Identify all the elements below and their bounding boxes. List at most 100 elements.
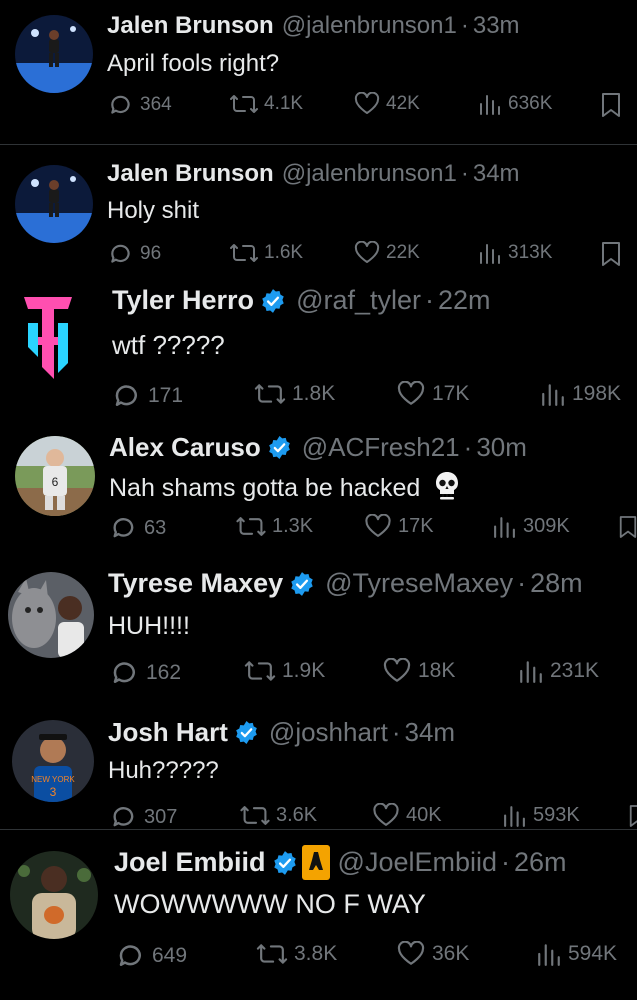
timestamp[interactable]: 28m [530,568,583,599]
retweet-icon [230,241,264,265]
avatar[interactable]: 6 [15,436,95,516]
bookmark-button[interactable] [600,241,622,267]
tweet[interactable]: Tyrese Maxey @TyreseMaxey · 28m HUH!!!! … [0,560,637,705]
retweet-icon [230,92,264,116]
heart-icon [364,514,398,539]
tweet[interactable]: Joel Embiid @JoelEmbiid · 26m WOWWWWW NO… [0,831,637,1000]
reply-icon [110,803,144,831]
timestamp[interactable]: 34m [405,717,456,748]
views-button[interactable]: 198K [540,381,621,407]
reply-icon [110,658,146,688]
like-button[interactable]: 18K [382,658,455,684]
views-button[interactable]: 636K [478,92,552,116]
reply-button[interactable]: 171 [112,381,183,411]
verified-badge-icon [289,571,315,597]
reply-button[interactable]: 364 [108,92,172,118]
avatar[interactable]: NEW YORK 3 [12,720,94,802]
author-handle[interactable]: @jalenbrunson1 [282,160,457,188]
eiffel-tower-icon [301,845,330,880]
divider [0,829,637,830]
retweet-button[interactable]: 1.6K [230,241,303,265]
author-handle[interactable]: @ACFresh21 [302,432,460,463]
retweet-icon [256,941,294,967]
reply-button[interactable]: 649 [116,941,187,971]
avatar[interactable] [15,15,93,93]
retweet-count: 4.1K [264,93,304,114]
author-handle[interactable]: @TyreseMaxey [325,568,513,599]
reply-icon [112,381,148,411]
bookmark-button[interactable] [628,803,637,829]
avatar[interactable] [18,293,78,383]
views-icon [536,941,568,967]
reply-count: 364 [140,94,172,115]
tweet-text: Nah shams gotta be hacked [109,474,421,502]
author-handle[interactable]: @jalenbrunson1 [282,12,457,40]
heart-icon [396,381,432,407]
retweet-button[interactable]: 3.6K [240,803,317,828]
author-handle[interactable]: @joshhart [269,717,388,748]
views-button[interactable]: 231K [518,658,599,684]
tweet[interactable]: NEW YORK 3 Josh Hart @joshhart · 34m Huh?… [0,705,637,831]
author-name[interactable]: Tyrese Maxey [108,568,283,599]
views-button[interactable]: 309K [492,514,570,539]
reply-icon [108,241,140,267]
separator-dot: · [501,847,511,877]
bookmark-button[interactable] [618,514,637,540]
author-name[interactable]: Josh Hart [108,717,228,748]
heart-icon [396,941,432,967]
author-name[interactable]: Jalen Brunson [107,12,274,40]
retweet-button[interactable]: 4.1K [230,92,303,116]
views-button[interactable]: 593K [502,803,580,828]
like-button[interactable]: 40K [372,803,442,828]
like-button[interactable]: 36K [396,941,469,967]
heart-icon [354,241,386,265]
reply-count: 63 [144,516,167,539]
like-button[interactable]: 17K [364,514,434,539]
view-count: 593K [533,804,580,826]
like-button[interactable]: 17K [396,381,469,407]
author-name[interactable]: Tyler Herro [112,285,254,316]
author-handle[interactable]: @raf_tyler [296,285,421,316]
timestamp[interactable]: 30m [476,432,527,463]
retweet-count: 1.9K [282,659,326,682]
author-name[interactable]: Alex Caruso [109,432,261,463]
view-count: 636K [508,93,553,114]
timestamp[interactable]: 33m [473,12,520,40]
author-name[interactable]: Joel Embiid [114,847,266,878]
retweet-button[interactable]: 3.8K [256,941,337,967]
like-button[interactable]: 22K [354,241,420,265]
svg-text:3: 3 [50,785,57,799]
like-count: 36K [432,942,470,965]
author-handle[interactable]: @JoelEmbiid [338,847,497,878]
retweet-icon [236,514,272,539]
retweet-button[interactable]: 1.3K [236,514,313,539]
views-icon [478,241,508,265]
reply-button[interactable]: 307 [110,803,177,831]
reply-button[interactable]: 162 [110,658,181,688]
views-button[interactable]: 313K [478,241,552,265]
tweet[interactable]: Jalen Brunson @jalenbrunson1 · 34m Holy … [0,145,637,285]
reply-button[interactable]: 63 [110,514,166,542]
timestamp[interactable]: 34m [473,160,520,188]
reply-count: 307 [144,805,178,828]
tweet-text: Huh????? [108,757,219,784]
views-button[interactable]: 594K [536,941,617,967]
avatar[interactable] [8,572,94,658]
retweet-icon [240,803,276,828]
like-button[interactable]: 42K [354,92,420,116]
timestamp[interactable]: 22m [438,285,491,316]
tweet[interactable]: Jalen Brunson @jalenbrunson1 · 33m April… [0,0,637,145]
tweet[interactable]: Tyler Herro @raf_tyler · 22m wtf ????? 1… [0,285,637,422]
timestamp[interactable]: 26m [514,847,567,878]
tweet-text: wtf ????? [112,330,225,360]
avatar[interactable] [15,165,93,243]
avatar[interactable] [10,851,98,939]
retweet-button[interactable]: 1.8K [254,381,335,407]
separator-dot: · [460,160,469,187]
reply-button[interactable]: 96 [108,241,161,267]
tweet[interactable]: 6 Alex Caruso @ACFresh21 · 30m Nah shams… [0,422,637,560]
author-name[interactable]: Jalen Brunson [107,160,274,188]
bookmark-button[interactable] [600,92,622,118]
retweet-button[interactable]: 1.9K [244,658,325,684]
retweet-count: 1.8K [292,382,336,405]
